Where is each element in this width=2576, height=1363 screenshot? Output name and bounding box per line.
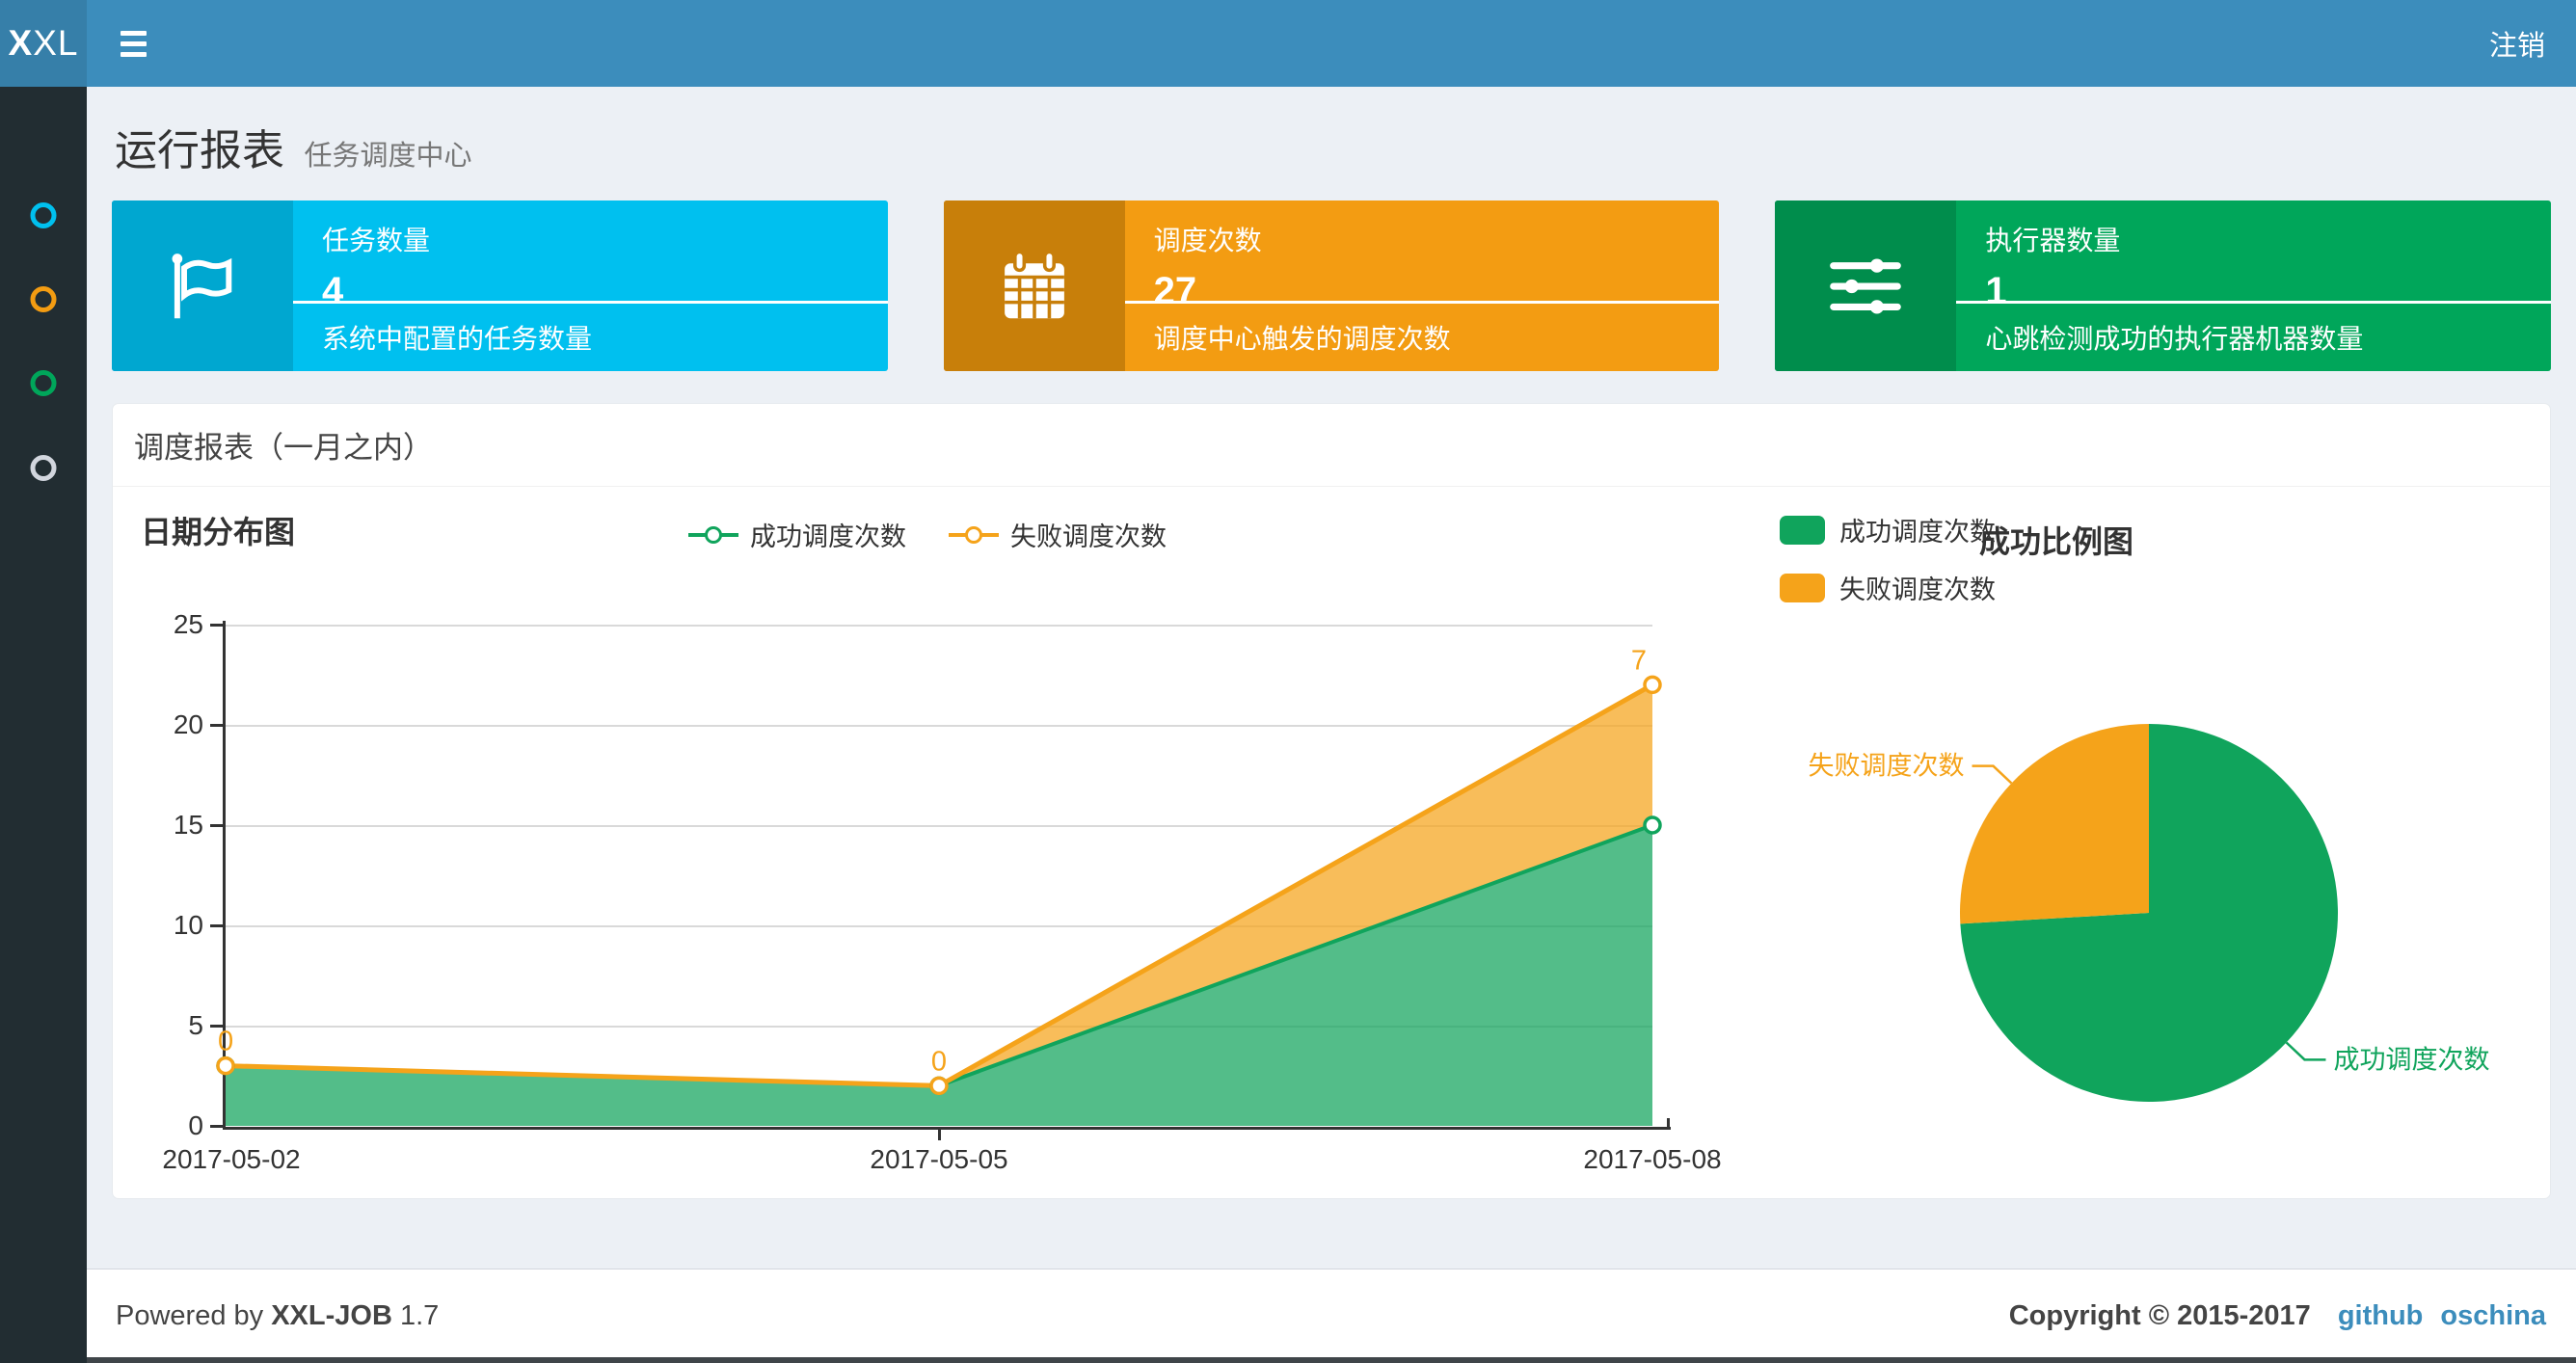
footer-copyright: Copyright © 2015-2017 github oschina	[2009, 1300, 2546, 1332]
page-title: 运行报表	[115, 127, 284, 174]
app-logo[interactable]: X XL	[0, 0, 87, 87]
card-divider	[1124, 301, 1720, 304]
hamburger-icon	[120, 51, 147, 57]
window-bottom-edge	[0, 1357, 2576, 1363]
top-navbar: X XL 注销	[0, 0, 2576, 87]
footer-powered-by: Powered by XXL-JOB 1.7	[116, 1300, 439, 1332]
sidebar-item-help-icon[interactable]	[30, 455, 57, 481]
x-tick-label: 2017-05-02	[162, 1144, 301, 1174]
svg-text:0: 0	[931, 1046, 947, 1077]
product-version: 1.7	[399, 1300, 440, 1331]
x-tick	[938, 1130, 941, 1140]
github-link[interactable]: github	[2338, 1300, 2424, 1332]
report-panel-header: 调度报表（一月之内）	[113, 404, 2550, 487]
y-tick-label: 5	[188, 1010, 203, 1040]
info-card-jobs: 任务数量 4 系统中配置的任务数量	[112, 200, 888, 371]
app-logo-rest: XL	[33, 23, 79, 63]
card-body: 执行器数量 1 心跳检测成功的执行器机器数量	[1956, 200, 2552, 371]
report-panel: 调度报表（一月之内） 日期分布图 成功调度次数 失败调度次数 0 5 10 15…	[112, 403, 2551, 1199]
info-card-executors: 执行器数量 1 心跳检测成功的执行器机器数量	[1775, 200, 2552, 371]
x-tick-label: 2017-05-08	[1583, 1144, 1722, 1174]
card-description: 系统中配置的任务数量	[322, 324, 593, 354]
x-axis-line	[223, 1127, 1671, 1130]
flag-icon	[112, 200, 293, 371]
pie-slice-label: 失败调度次数	[1809, 752, 1965, 781]
y-tick	[210, 624, 223, 627]
logout-button[interactable]: 注销	[2458, 0, 2576, 87]
sidebar	[0, 87, 87, 1363]
svg-text:7: 7	[1631, 645, 1647, 676]
pie-legend-item-fail[interactable]: 失败调度次数	[1780, 569, 1996, 606]
sidebar-item-jobs-icon[interactable]	[30, 286, 57, 312]
card-title: 任务数量	[322, 226, 431, 255]
product-name: XXL-JOB	[271, 1300, 392, 1331]
card-title: 执行器数量	[1985, 226, 2121, 255]
x-axis-end-tick	[1667, 1118, 1670, 1127]
sidebar-item-report-icon[interactable]	[30, 202, 57, 228]
card-value: 4	[322, 270, 344, 312]
copyright-text: Copyright © 2015-2017	[2008, 1300, 2311, 1331]
calendar-icon	[943, 200, 1125, 371]
x-tick-label: 2017-05-05	[870, 1144, 1008, 1174]
pie-chart-canvas[interactable]: 成功调度次数 失败调度次数	[1765, 680, 2536, 1199]
page-header: 运行报表 任务调度中心	[115, 116, 471, 177]
app-logo-bold: X	[8, 23, 34, 63]
hamburger-icon	[120, 30, 147, 36]
svg-text:0: 0	[218, 1027, 233, 1057]
sidebar-item-log-icon[interactable]	[30, 370, 57, 396]
info-card-triggers: 调度次数 27 调度中心触发的调度次数	[943, 200, 1720, 371]
y-tick	[210, 924, 223, 927]
card-value: 27	[1153, 270, 1197, 312]
sidebar-toggle-button[interactable]	[104, 0, 162, 87]
y-tick	[210, 724, 223, 727]
card-description: 心跳检测成功的执行器机器数量	[1985, 324, 2364, 354]
card-description: 调度中心触发的调度次数	[1153, 324, 1451, 354]
card-value: 1	[1985, 270, 2007, 312]
y-tick-label: 0	[188, 1110, 203, 1140]
y-tick-label: 15	[173, 810, 203, 840]
y-tick	[210, 1125, 223, 1128]
hamburger-icon	[120, 40, 147, 46]
report-panel-title: 调度报表（一月之内）	[134, 431, 433, 465]
pie-slice-label: 成功调度次数	[2333, 1045, 2489, 1074]
card-body: 调度次数 27 调度中心触发的调度次数	[1124, 200, 1720, 371]
y-tick-label: 25	[173, 609, 203, 639]
card-divider	[1956, 301, 2552, 304]
oschina-link[interactable]: oschina	[2440, 1300, 2546, 1332]
summary-cards-row: 任务数量 4 系统中配置的任务数量 调度次数 27 调度中心触发的调度次数 执行…	[112, 200, 2552, 371]
line-chart-plot-area: 0 5 10 15 20 25 2017-05-02 2017-05-05 2017-05-0…	[113, 487, 1752, 1199]
powered-by-text: Powered by	[116, 1300, 264, 1331]
page-subtitle: 任务调度中心	[304, 141, 472, 172]
legend-label: 失败调度次数	[1839, 575, 1996, 604]
card-title: 调度次数	[1153, 226, 1262, 255]
card-body: 任务数量 4 系统中配置的任务数量	[293, 200, 888, 371]
card-divider	[293, 301, 888, 304]
y-tick-label: 10	[173, 910, 203, 940]
pie-chart-title: 成功比例图	[1978, 524, 2133, 559]
content-area: 运行报表 任务调度中心 任务数量 4 系统中配置的任务数量 调度次数 27 调度…	[87, 87, 2576, 1363]
y-tick	[210, 824, 223, 827]
page-footer: Powered by XXL-JOB 1.7 Copyright © 2015-…	[87, 1269, 2576, 1363]
report-panel-body: 日期分布图 成功调度次数 失败调度次数 0 5 10 15 20 25 2017…	[113, 487, 2550, 1199]
pie-legend-swatch-success-icon	[1780, 515, 1825, 545]
line-chart-canvas[interactable]: 0 0 7	[216, 625, 1662, 1126]
sliders-icon	[1775, 200, 1957, 371]
y-tick-label: 20	[173, 709, 203, 739]
pie-legend-swatch-fail-icon	[1780, 573, 1825, 602]
